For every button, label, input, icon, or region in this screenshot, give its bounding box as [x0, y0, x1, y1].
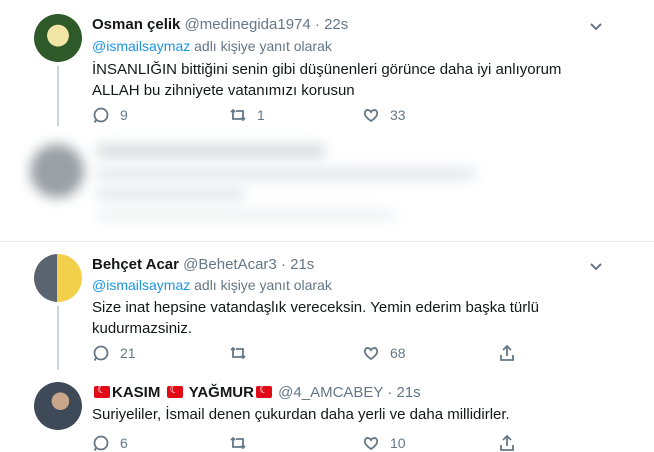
like-button[interactable]: 68: [362, 344, 406, 362]
heart-icon: [363, 347, 379, 361]
like-count: 10: [390, 435, 406, 451]
tweet-text-line: kudurmazsiniz.: [92, 320, 193, 337]
like-button[interactable]: 33: [362, 106, 406, 124]
retweet-button[interactable]: 1: [229, 106, 265, 124]
retweet-count: 1: [257, 107, 265, 123]
user-handle[interactable]: @BehetAcar3: [183, 256, 277, 273]
tweet-text-line: İNSANLIĞIN bittiğini senin gibi düşünenl…: [92, 61, 562, 78]
tweet-3[interactable]: KASIM YAĞMUR @4_AMCABEY · 21s Suriyelile…: [0, 370, 654, 451]
blurred-content: [96, 210, 396, 220]
chevron-down-icon[interactable]: [588, 18, 604, 34]
reply-icon: [93, 345, 109, 361]
separator-dot: ·: [387, 384, 393, 401]
reply-count: 21: [120, 345, 136, 361]
reply-icon: [93, 435, 109, 451]
user-handle[interactable]: @4_AMCABEY: [278, 384, 383, 401]
timestamp[interactable]: 21s: [397, 384, 421, 401]
share-button[interactable]: [498, 434, 516, 452]
timestamp[interactable]: 22s: [324, 16, 348, 33]
timestamp[interactable]: 21s: [290, 256, 314, 273]
tweet-text-line: Suriyeliler, İsmail denen çukurdan daha …: [92, 406, 510, 423]
avatar[interactable]: [34, 254, 82, 302]
reply-count: 6: [120, 435, 128, 451]
tweet-header: Behçet Acar @BehetAcar3 · 21s: [92, 256, 314, 273]
tweet-2[interactable]: Behçet Acar @BehetAcar3 · 21s @ismailsay…: [0, 242, 654, 370]
retweet-button[interactable]: [229, 344, 257, 362]
like-count: 33: [390, 107, 406, 123]
tweet-text: Suriyeliler, İsmail denen çukurdan daha …: [92, 404, 510, 425]
tweet-1[interactable]: Osman çelik @medinegida1974 · 22s @ismai…: [0, 0, 654, 130]
display-name[interactable]: YAĞMUR: [189, 384, 254, 401]
display-name[interactable]: Osman çelik: [92, 16, 180, 33]
reply-icon: [93, 107, 109, 123]
reply-button[interactable]: 21: [92, 344, 136, 362]
turkey-flag-icon: [255, 383, 272, 398]
turkey-flag-icon: [94, 383, 110, 398]
avatar[interactable]: [34, 14, 82, 62]
tweet-header: KASIM YAĞMUR @4_AMCABEY · 21s: [92, 383, 421, 401]
tweet-text-line: ALLAH bu zihniyete vatanımızı korusun: [92, 82, 355, 99]
mention-link[interactable]: @ismailsaymaz: [92, 277, 190, 293]
heart-icon: [363, 437, 379, 451]
avatar[interactable]: [34, 382, 82, 430]
separator-dot: ·: [280, 256, 286, 273]
reply-context: @ismailsaymaz adlı kişiye yanıt olarak: [92, 38, 332, 54]
reply-button[interactable]: 6: [92, 434, 128, 452]
tweet-header: Osman çelik @medinegida1974 · 22s: [92, 16, 348, 33]
display-name[interactable]: Behçet Acar: [92, 256, 179, 273]
display-name[interactable]: KASIM: [112, 384, 160, 401]
share-button[interactable]: [498, 344, 516, 362]
retweet-button[interactable]: [229, 434, 257, 452]
blurred-content: [96, 168, 476, 180]
retweet-icon: [230, 436, 246, 450]
blurred-content: [96, 144, 326, 158]
reply-context: @ismailsaymaz adlı kişiye yanıt olarak: [92, 277, 332, 293]
retweet-icon: [230, 346, 246, 360]
heart-icon: [363, 109, 379, 123]
reply-button[interactable]: 9: [92, 106, 128, 124]
like-button[interactable]: 10: [362, 434, 406, 452]
like-count: 68: [390, 345, 406, 361]
thread-line: [57, 66, 59, 126]
reply-context-text: adlı kişiye yanıt olarak: [190, 38, 332, 54]
chevron-down-icon[interactable]: [588, 258, 604, 274]
blurred-avatar: [30, 144, 84, 198]
tweet-text: Size inat hepsine vatandaşlık vereceksin…: [92, 297, 539, 339]
blurred-tweet: [0, 130, 654, 240]
retweet-icon: [230, 108, 246, 122]
separator-dot: ·: [314, 16, 320, 33]
tweet-text: İNSANLIĞIN bittiğini senin gibi düşünenl…: [92, 59, 561, 101]
user-handle[interactable]: @medinegida1974: [185, 16, 311, 33]
tweet-text-line: Size inat hepsine vatandaşlık vereceksin…: [92, 299, 539, 316]
reply-count: 9: [120, 107, 128, 123]
share-icon: [500, 344, 514, 361]
thread-line: [57, 306, 59, 370]
turkey-flag-icon: [166, 383, 183, 398]
blurred-content: [96, 188, 246, 200]
mention-link[interactable]: @ismailsaymaz: [92, 38, 190, 54]
reply-context-text: adlı kişiye yanıt olarak: [190, 277, 332, 293]
share-icon: [500, 434, 514, 451]
